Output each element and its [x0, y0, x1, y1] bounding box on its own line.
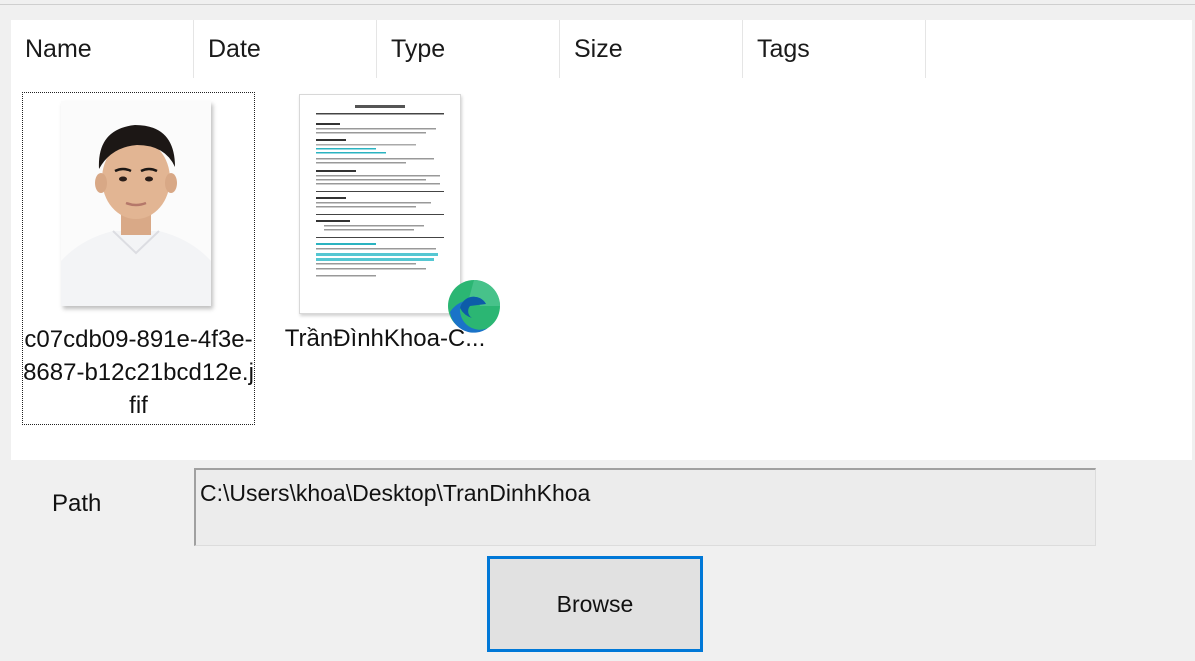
file-name-label: c07cdb09-891e-4f3e-8687-b12c21bcd12e.jfi… [23, 326, 254, 419]
browse-button[interactable]: Browse [487, 556, 703, 652]
column-header-name[interactable]: Name [11, 20, 194, 78]
column-header-date[interactable]: Date [194, 20, 377, 78]
column-header-type[interactable]: Type [377, 20, 560, 78]
window-top-border [0, 4, 1195, 5]
file-item-document[interactable]: TrầnĐìnhKhoa-C... [265, 92, 505, 425]
file-name-label: TrầnĐìnhKhoa-C... [284, 325, 486, 352]
column-header-tags[interactable]: Tags [743, 20, 926, 78]
pdf-document-thumbnail-icon [299, 94, 461, 314]
path-field[interactable]: C:\Users\khoa\Desktop\TranDinhKhoa [194, 468, 1096, 546]
file-list-view[interactable]: Name Date Type Size Tags c07cdb09-891e-4… [11, 20, 1192, 460]
column-header-size[interactable]: Size [560, 20, 743, 78]
list-header: Name Date Type Size Tags [11, 20, 926, 78]
file-item-photo[interactable]: c07cdb09-891e-4f3e-8687-b12c21bcd12e.jfi… [22, 92, 255, 425]
photo-thumbnail-icon [61, 101, 211, 306]
path-label: Path [52, 490, 102, 517]
